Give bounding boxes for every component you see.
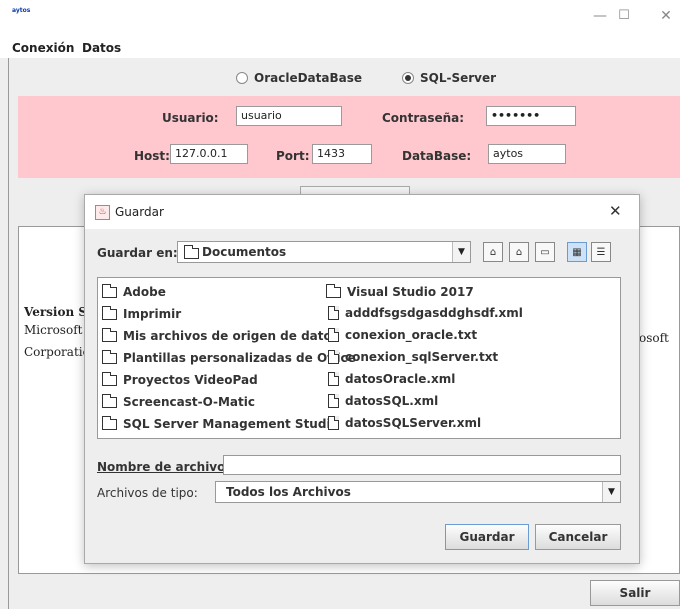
list-item[interactable]: datosSQL.xml: [328, 394, 438, 408]
radio-oracle-indicator: [236, 72, 248, 84]
port-input[interactable]: 1433: [312, 144, 372, 164]
list-item[interactable]: Proyectos VideoPad: [102, 371, 258, 387]
save-in-label: Guardar en:: [97, 246, 178, 260]
app-logo: aytos: [12, 7, 31, 14]
file-icon: [328, 416, 339, 430]
minimize-button[interactable]: —: [590, 8, 610, 24]
menu-datos[interactable]: Datos: [82, 41, 121, 55]
exit-button[interactable]: Salir: [590, 580, 680, 606]
folder-icon: [102, 415, 117, 430]
java-cup-icon: ♨: [95, 205, 110, 220]
list-item[interactable]: SQL Server Management Studio: [102, 415, 339, 431]
menu-bar: Conexión Datos: [0, 38, 680, 58]
filename-input[interactable]: [223, 455, 621, 475]
save-in-value: Documentos: [202, 245, 287, 259]
list-item[interactable]: datosOracle.xml: [328, 372, 455, 386]
list-view-button[interactable]: ▦: [567, 242, 587, 262]
list-item[interactable]: datosSQLServer.xml: [328, 416, 481, 430]
file-icon: [328, 372, 339, 386]
window-left-border: [8, 58, 9, 609]
save-button[interactable]: Guardar: [445, 524, 529, 550]
title-bar: aytos — ☐ ✕: [0, 0, 680, 38]
home-button[interactable]: ⌂: [509, 242, 529, 262]
info-line-1: Version S: [24, 305, 88, 319]
password-input[interactable]: •••••••: [486, 106, 576, 126]
chevron-down-icon[interactable]: ▼: [452, 242, 470, 262]
radio-sqlserver-label: SQL-Server: [420, 71, 497, 85]
details-view-button[interactable]: ☰: [591, 242, 611, 262]
info-line-2-right: osoft: [639, 331, 669, 345]
list-item[interactable]: conexion_oracle.txt: [328, 328, 477, 342]
folder-icon: [102, 327, 117, 342]
user-input[interactable]: usuario: [236, 106, 342, 126]
folder-icon: [102, 283, 117, 298]
folder-icon: [184, 245, 199, 259]
dialog-close-button[interactable]: ✕: [609, 202, 622, 220]
up-one-level-button[interactable]: ⌂: [483, 242, 503, 262]
database-input[interactable]: aytos: [488, 144, 566, 164]
close-button[interactable]: ✕: [656, 8, 676, 24]
list-item[interactable]: Mis archivos de origen de datos: [102, 327, 339, 343]
list-item[interactable]: Visual Studio 2017: [326, 283, 474, 299]
radio-sqlserver[interactable]: SQL-Server: [402, 71, 496, 85]
list-item[interactable]: adddfsgsdgasddghsdf.xml: [328, 306, 523, 320]
folder-icon: [102, 305, 117, 320]
list-item[interactable]: Screencast-O-Matic: [102, 393, 255, 409]
filename-label: Nombre de archivo:: [97, 460, 231, 474]
cancel-button[interactable]: Cancelar: [535, 524, 621, 550]
file-list[interactable]: Adobe Imprimir Mis archivos de origen de…: [97, 277, 621, 439]
folder-icon: [102, 371, 117, 386]
list-item[interactable]: Imprimir: [102, 305, 181, 321]
menu-conexion[interactable]: Conexión: [12, 41, 74, 55]
file-icon: [328, 394, 339, 408]
password-label: Contraseña:: [382, 111, 465, 125]
dialog-title-bar: ♨ Guardar ✕: [85, 195, 639, 229]
save-dialog: ♨ Guardar ✕ Guardar en: Documentos ▼ ⌂ ⌂…: [84, 194, 640, 564]
host-label: Host:: [134, 149, 170, 163]
list-item[interactable]: conexion_sqlServer.txt: [328, 350, 498, 364]
filetype-value: Todos los Archivos: [226, 485, 351, 499]
file-icon: [328, 350, 339, 364]
radio-oracle-label: OracleDataBase: [254, 71, 362, 85]
radio-oracle[interactable]: OracleDataBase: [236, 71, 362, 85]
chevron-down-icon[interactable]: ▼: [602, 482, 620, 502]
folder-icon: [102, 349, 117, 364]
save-in-combo[interactable]: Documentos ▼: [177, 241, 471, 263]
dialog-title: Guardar: [115, 205, 164, 219]
info-line-2: Microsoft: [24, 323, 83, 337]
folder-icon: [102, 393, 117, 408]
port-label: Port:: [276, 149, 310, 163]
info-line-3: Corporatio: [24, 345, 90, 359]
list-item[interactable]: Adobe: [102, 283, 166, 299]
new-folder-button[interactable]: ▭: [535, 242, 555, 262]
user-label: Usuario:: [162, 111, 219, 125]
filetype-label: Archivos de tipo:: [97, 486, 198, 500]
list-item[interactable]: Plantillas personalizadas de Office: [102, 349, 356, 365]
db-type-selector: OracleDataBase SQL-Server: [0, 62, 680, 96]
filetype-combo[interactable]: Todos los Archivos ▼: [215, 481, 621, 503]
host-input[interactable]: 127.0.0.1: [170, 144, 248, 164]
radio-sqlserver-indicator: [402, 72, 414, 84]
database-label: DataBase:: [402, 149, 472, 163]
maximize-button[interactable]: ☐: [614, 8, 634, 23]
file-icon: [328, 306, 339, 320]
folder-icon: [326, 283, 341, 298]
connection-panel: Usuario: usuario Contraseña: ••••••• Hos…: [18, 96, 680, 178]
file-icon: [328, 328, 339, 342]
